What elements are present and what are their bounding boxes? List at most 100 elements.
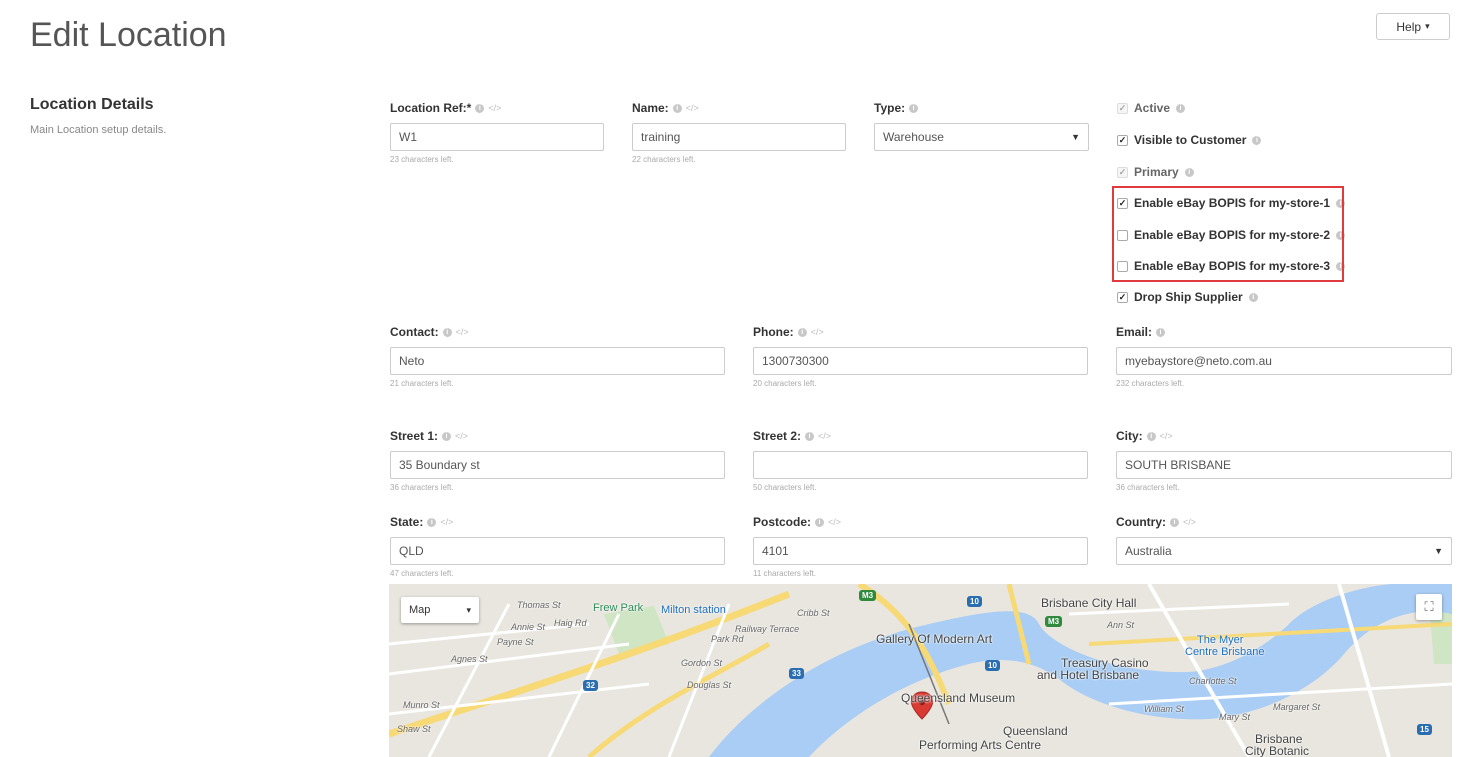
code-icon[interactable]: </> [488, 100, 501, 116]
info-icon[interactable]: i [805, 431, 815, 441]
code-icon[interactable]: </> [828, 514, 841, 530]
map-type-control[interactable]: Map ▾ [401, 597, 479, 623]
checkbox-icon[interactable]: ✓ [1117, 166, 1128, 178]
map-label: City Botanic [1245, 744, 1310, 757]
map-label: Queensland Museum [901, 691, 1016, 705]
phone-label-text: Phone: [753, 325, 794, 339]
info-icon[interactable]: i [1176, 103, 1186, 113]
email-hint: 232 characters left. [1116, 379, 1185, 388]
code-icon[interactable]: </> [818, 428, 831, 444]
street2-hint: 50 characters left. [753, 483, 817, 492]
code-icon[interactable]: </> [456, 324, 469, 340]
map-label: Munro St [403, 700, 440, 710]
state-input[interactable]: QLD [390, 537, 725, 565]
email-label: Email: i [1116, 324, 1452, 340]
checkbox-drop-ship-supplier[interactable]: ✓ Drop Ship Supplier i [1117, 290, 1258, 304]
type-field: Type: i Warehouse ▼ [874, 100, 1089, 151]
info-icon[interactable]: i [442, 327, 452, 337]
map-label: Payne St [497, 637, 534, 647]
contact-hint: 21 characters left. [390, 379, 454, 388]
checkbox-primary[interactable]: ✓ Primary i [1117, 165, 1194, 179]
map-label: Margaret St [1273, 702, 1321, 712]
code-icon[interactable]: </> [686, 100, 699, 116]
checkbox-visible-to-customer[interactable]: ✓ Visible to Customer i [1117, 133, 1262, 147]
info-icon[interactable]: i [475, 103, 485, 113]
checkbox-active[interactable]: ✓ Active i [1117, 101, 1186, 115]
location-ref-input[interactable]: W1 [390, 123, 604, 151]
info-icon[interactable]: i [442, 431, 452, 441]
map-label: Charlotte St [1189, 676, 1237, 686]
code-icon[interactable]: </> [1183, 514, 1196, 530]
street1-field: Street 1: i </> 35 Boundary st 36 charac… [390, 428, 725, 493]
code-icon[interactable]: </> [440, 514, 453, 530]
city-label-text: City: [1116, 429, 1143, 443]
info-icon[interactable]: i [1146, 431, 1156, 441]
street2-input[interactable] [753, 451, 1088, 479]
code-icon[interactable]: </> [811, 324, 824, 340]
phone-field: Phone: i </> 1300730300 20 characters le… [753, 324, 1088, 389]
name-field: Name: i </> training 22 characters left. [632, 100, 846, 165]
state-hint: 47 characters left. [390, 569, 454, 578]
location-map[interactable]: Map ▾ ⛶ Frew Park Milton station Thomas … [389, 584, 1452, 757]
info-icon[interactable]: i [909, 103, 919, 113]
map-label: Gordon St [681, 658, 723, 668]
help-label: Help [1396, 19, 1422, 34]
map-label: Gallery Of Modern Art [876, 632, 993, 646]
street1-label: Street 1: i </> [390, 428, 725, 444]
fullscreen-icon[interactable]: ⛶ [1416, 594, 1442, 620]
state-field: State: i </> QLD 47 characters left. [390, 514, 725, 579]
name-label: Name: i </> [632, 100, 846, 116]
section-description: Main Location setup details. [30, 124, 167, 136]
street2-label: Street 2: i </> [753, 428, 1088, 444]
type-select[interactable]: Warehouse ▼ [874, 123, 1089, 151]
help-button[interactable]: Help ▾ [1376, 13, 1450, 40]
email-label-text: Email: [1116, 325, 1153, 339]
road-shield: 10 [985, 660, 1000, 671]
checkbox-icon[interactable]: ✓ [1117, 102, 1128, 114]
country-select[interactable]: Australia ▼ [1116, 537, 1452, 565]
phone-input[interactable]: 1300730300 [753, 347, 1088, 375]
checkbox-icon[interactable]: ✓ [1117, 134, 1128, 146]
country-field: Country: i </> Australia ▼ [1116, 514, 1452, 565]
info-icon[interactable]: i [1184, 167, 1194, 177]
road-shield: 10 [967, 596, 982, 607]
name-label-text: Name: [632, 101, 669, 115]
phone-hint: 20 characters left. [753, 379, 817, 388]
info-icon[interactable]: i [797, 327, 807, 337]
info-icon[interactable]: i [815, 517, 825, 527]
email-input[interactable]: myebaystore@neto.com.au [1116, 347, 1452, 375]
map-label: Mary St [1219, 712, 1251, 722]
highlight-box [1112, 186, 1344, 282]
street1-input[interactable]: 35 Boundary st [390, 451, 725, 479]
info-icon[interactable]: i [1170, 517, 1179, 527]
checkbox-icon[interactable]: ✓ [1117, 291, 1128, 303]
map-label: Centre Brisbane [1185, 646, 1265, 658]
info-icon[interactable]: i [1252, 135, 1262, 145]
map-label: Cribb St [797, 608, 830, 618]
name-input[interactable]: training [632, 123, 846, 151]
postcode-input[interactable]: 4101 [753, 537, 1088, 565]
street2-label-text: Street 2: [753, 429, 802, 443]
info-icon[interactable]: i [672, 103, 682, 113]
info-icon[interactable]: i [427, 517, 437, 527]
page-title: Edit Location [30, 16, 227, 54]
contact-input[interactable]: Neto [390, 347, 725, 375]
city-input[interactable]: SOUTH BRISBANE [1116, 451, 1452, 479]
road-shield: 15 [1417, 724, 1432, 735]
road-shield: 33 [789, 668, 804, 679]
state-label: State: i </> [390, 514, 725, 530]
location-ref-label-text: Location Ref:* [390, 101, 472, 115]
street2-field: Street 2: i </> 50 characters left. [753, 428, 1088, 493]
map-label: Queensland [1003, 724, 1068, 738]
location-ref-hint: 23 characters left. [390, 155, 454, 164]
contact-label-text: Contact: [390, 325, 439, 339]
city-label: City: i </> [1116, 428, 1452, 444]
code-icon[interactable]: </> [455, 428, 468, 444]
street1-hint: 36 characters left. [390, 483, 454, 492]
code-icon[interactable]: </> [1160, 428, 1173, 444]
info-icon[interactable]: i [1248, 292, 1258, 302]
map-label: and Hotel Brisbane [1037, 668, 1140, 682]
map-label: The Myer [1197, 634, 1244, 646]
map-label: Railway Terrace [735, 624, 800, 634]
info-icon[interactable]: i [1156, 327, 1166, 337]
